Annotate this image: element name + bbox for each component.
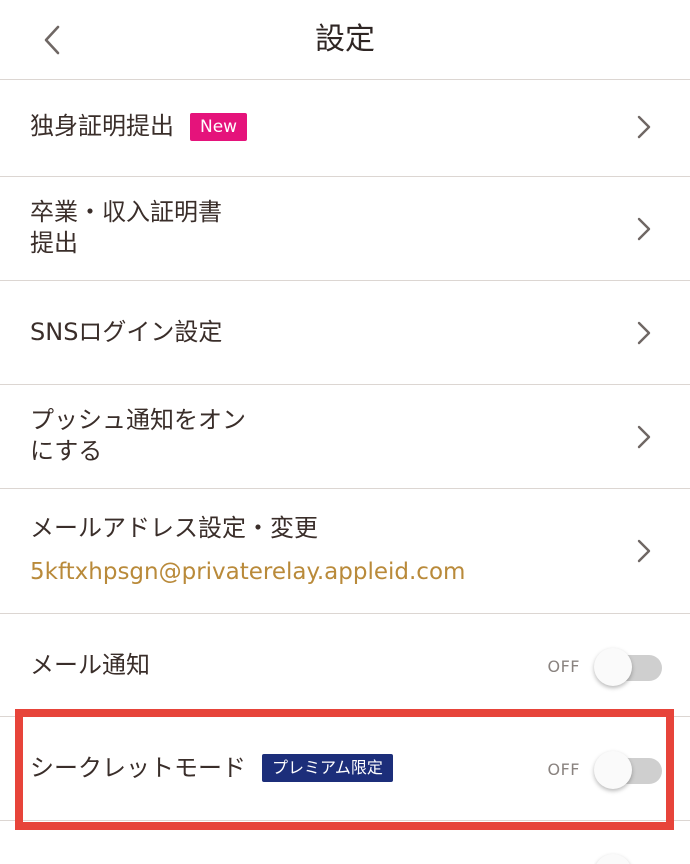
chevron-right-icon [636, 217, 652, 241]
next-row-toggle-peek [594, 852, 662, 864]
settings-row-secret-mode: シークレットモード プレミアム限定 OFF [0, 717, 690, 821]
toggle-state-label: OFF [547, 759, 580, 779]
row-label-line2: 提出 [30, 229, 78, 257]
page-title: 設定 [315, 22, 375, 57]
chevron-right-icon [636, 539, 652, 563]
settings-row-email-notification: メール通知 OFF [0, 614, 690, 717]
toggle-switch[interactable] [594, 646, 662, 686]
toggle-knob [594, 854, 632, 864]
row-label: SNSログイン設定 [30, 318, 223, 346]
settings-row-email-address[interactable]: メールアドレス設定・変更 5kftxhpsgn@privaterelay.app… [0, 489, 690, 614]
settings-row-sns-login[interactable]: SNSログイン設定 [0, 281, 690, 385]
navigation-header: 設定 [0, 0, 690, 80]
email-value: 5kftxhpsgn@privaterelay.appleid.com [30, 559, 466, 585]
new-badge: New [190, 113, 248, 141]
toggle-switch[interactable] [594, 749, 662, 789]
row-label-line1: プッシュ通知をオン [30, 406, 246, 434]
row-label: メールアドレス設定・変更 [30, 514, 318, 542]
toggle-knob [594, 648, 632, 686]
settings-row-single-certificate[interactable]: 独身証明提出 New [0, 80, 690, 177]
premium-only-badge: プレミアム限定 [262, 754, 393, 782]
row-label: シークレットモード プレミアム限定 [30, 753, 393, 784]
secret-mode-toggle[interactable]: OFF [547, 749, 662, 789]
row-label-text: シークレットモード [30, 754, 246, 782]
settings-row-push-notification[interactable]: プッシュ通知をオン にする [0, 385, 690, 489]
row-label: 独身証明提出 New [30, 111, 248, 142]
row-label-line2: にする [30, 437, 103, 465]
row-label-text: 独身証明提出 [30, 112, 174, 140]
email-notification-toggle[interactable]: OFF [547, 646, 662, 686]
settings-row-income-certificate[interactable]: 卒業・収入証明書 提出 [0, 177, 690, 281]
toggle-state-label: OFF [547, 656, 580, 676]
settings-screen: 設定 独身証明提出 New 卒業・収入証明書 提出 SNSログイン設定 プッシュ通… [0, 0, 690, 864]
toggle-knob [594, 751, 632, 789]
row-label: メール通知 [30, 651, 150, 679]
chevron-right-icon [636, 425, 652, 449]
row-label-line1: 卒業・収入証明書 [30, 198, 222, 226]
chevron-right-icon [636, 115, 652, 139]
chevron-right-icon [636, 321, 652, 345]
